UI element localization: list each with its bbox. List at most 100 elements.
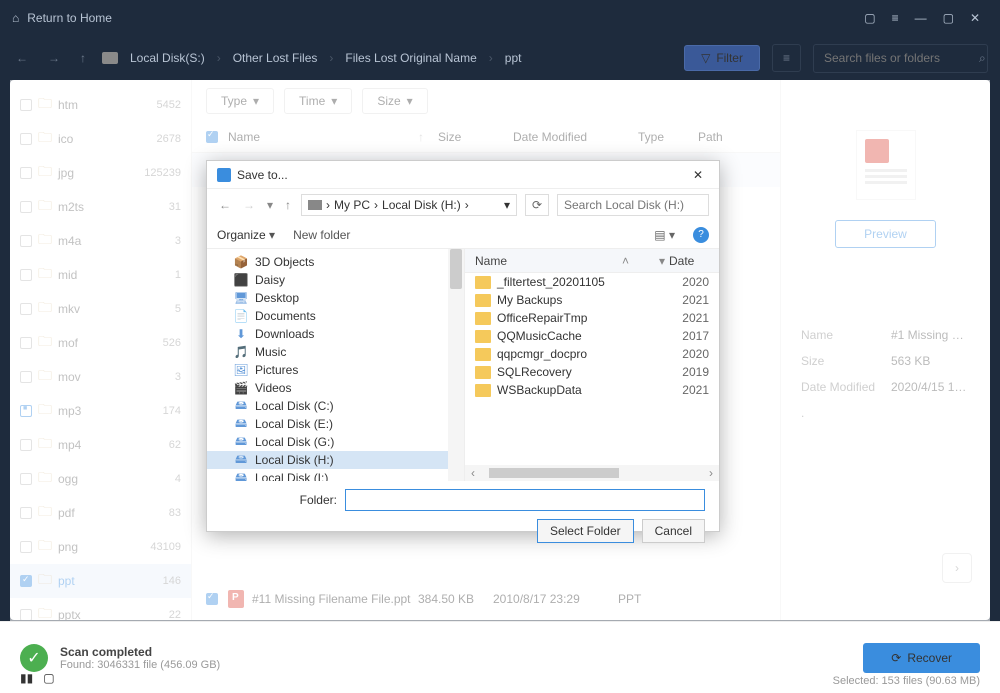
toolbar: ← → ↑ Local Disk(S:) › Other Lost Files … bbox=[0, 36, 1000, 80]
layout-icon[interactable]: ▢ bbox=[856, 11, 883, 25]
folder-icon bbox=[475, 348, 491, 361]
folder-icon bbox=[475, 276, 491, 289]
list-item-date: 2020 bbox=[669, 347, 709, 361]
maximize-icon[interactable]: ▢ bbox=[935, 11, 962, 25]
list-item[interactable]: _filtertest_202011052020 bbox=[465, 273, 719, 291]
path-dropdown-icon[interactable]: ▾ bbox=[504, 198, 510, 212]
list-item-date: 2021 bbox=[669, 311, 709, 325]
playback-controls: ▮▮ ▢ bbox=[20, 671, 55, 685]
menu-icon[interactable]: ≡ bbox=[884, 11, 907, 25]
footer: ✓ Scan completed Found: 3046331 file (45… bbox=[0, 621, 1000, 693]
tree-item-icon: 🖥 bbox=[233, 291, 249, 305]
dialog-close-icon[interactable]: ✕ bbox=[687, 166, 709, 184]
tree-item[interactable]: 📄Documents bbox=[207, 307, 464, 325]
scroll-right-icon[interactable]: › bbox=[703, 466, 719, 480]
forward-arrow-icon: → bbox=[44, 47, 64, 69]
recover-button[interactable]: ⟳ Recover bbox=[863, 643, 980, 673]
view-mode-button[interactable]: ▤ ▾ bbox=[654, 228, 675, 242]
dialog-search-input[interactable] bbox=[557, 194, 709, 216]
list-item-date: 2019 bbox=[669, 365, 709, 379]
tree-item-icon: 🖴 bbox=[233, 435, 249, 449]
help-icon[interactable]: ? bbox=[693, 227, 709, 243]
breadcrumb-0[interactable]: Local Disk(S:) bbox=[130, 51, 205, 65]
list-view-button[interactable]: ≡ bbox=[772, 44, 801, 72]
list-col-date[interactable]: Date bbox=[669, 254, 709, 268]
check-circle-icon: ✓ bbox=[20, 644, 48, 672]
breadcrumb-3[interactable]: ppt bbox=[505, 51, 522, 65]
cancel-button[interactable]: Cancel bbox=[642, 519, 705, 543]
new-folder-button[interactable]: New folder bbox=[293, 228, 350, 242]
search-input[interactable] bbox=[824, 51, 979, 65]
breadcrumb-2[interactable]: Files Lost Original Name bbox=[345, 51, 476, 65]
tree-item-icon: 🖼 bbox=[233, 363, 249, 377]
minimize-icon[interactable]: — bbox=[907, 11, 935, 25]
tree-item-label: Pictures bbox=[255, 363, 298, 377]
tree-item[interactable]: 🖥Desktop bbox=[207, 289, 464, 307]
close-icon[interactable]: ✕ bbox=[962, 11, 988, 25]
funnel-icon: ▽ bbox=[701, 51, 710, 65]
stop-icon[interactable]: ▢ bbox=[43, 671, 54, 685]
tree-item-label: Local Disk (E:) bbox=[255, 417, 333, 431]
tree-item[interactable]: 🖴Local Disk (G:) bbox=[207, 433, 464, 451]
list-item-date: 2021 bbox=[669, 383, 709, 397]
tree-item-icon: 📄 bbox=[233, 309, 249, 323]
tree-item[interactable]: 🖴Local Disk (I:) bbox=[207, 469, 464, 481]
search-icon[interactable]: ⌕ bbox=[979, 51, 986, 66]
breadcrumb-1[interactable]: Other Lost Files bbox=[233, 51, 318, 65]
tree-item-label: Local Disk (C:) bbox=[255, 399, 334, 413]
dropdown-icon[interactable]: ▾ bbox=[265, 196, 275, 214]
up-icon[interactable]: ↑ bbox=[283, 196, 293, 214]
path-field[interactable]: › My PC › Local Disk (H:) › ▾ bbox=[301, 194, 517, 216]
return-home-link[interactable]: Return to Home bbox=[27, 11, 112, 25]
tree-item[interactable]: ⬛Daisy bbox=[207, 271, 464, 289]
tree-item[interactable]: 🎵Music bbox=[207, 343, 464, 361]
filter-button[interactable]: ▽ Filter bbox=[684, 45, 760, 71]
organize-button[interactable]: Organize ▾ bbox=[217, 228, 275, 242]
list-item[interactable]: OfficeRepairTmp 2021 bbox=[465, 309, 719, 327]
tree-item[interactable]: 🖴Local Disk (H:) bbox=[207, 451, 464, 469]
folder-icon bbox=[475, 384, 491, 397]
pause-icon[interactable]: ▮▮ bbox=[20, 671, 33, 685]
back-arrow-icon[interactable]: ← bbox=[12, 47, 32, 69]
list-item-date: 2017 bbox=[669, 329, 709, 343]
folder-input[interactable] bbox=[345, 489, 705, 511]
up-arrow-icon[interactable]: ↑ bbox=[76, 47, 90, 69]
dialog-body: 📦3D Objects⬛Daisy🖥Desktop📄Documents⬇Down… bbox=[207, 249, 719, 481]
dialog-footer: Folder: Select Folder Cancel bbox=[207, 481, 719, 551]
tree-item[interactable]: 🎬Videos bbox=[207, 379, 464, 397]
search-box[interactable]: ⌕ bbox=[813, 44, 988, 73]
tree-scrollbar[interactable] bbox=[448, 249, 464, 481]
save-to-dialog: Save to... ✕ ← → ▾ ↑ › My PC › Local Dis… bbox=[206, 160, 720, 532]
select-folder-button[interactable]: Select Folder bbox=[537, 519, 634, 543]
tree-item-icon: 🎵 bbox=[233, 345, 249, 359]
list-item[interactable]: WSBackupData2021 bbox=[465, 381, 719, 399]
back-icon[interactable]: ← bbox=[217, 196, 233, 214]
tree-item[interactable]: 🖴Local Disk (E:) bbox=[207, 415, 464, 433]
refresh-icon[interactable]: ⟳ bbox=[525, 194, 549, 216]
list-item-name: _filtertest_20201105 bbox=[497, 275, 663, 289]
recover-icon: ⟳ bbox=[891, 651, 901, 665]
list-item[interactable]: SQLRecovery2019 bbox=[465, 363, 719, 381]
disk-icon bbox=[102, 52, 118, 64]
list-col-dropdown-icon[interactable]: ▾ bbox=[659, 254, 665, 268]
sort-indicator-icon[interactable]: ˄ bbox=[622, 254, 629, 268]
tree-item[interactable]: 🖴 Local Disk (C:) bbox=[207, 397, 464, 415]
list-item-name: OfficeRepairTmp bbox=[497, 311, 663, 325]
tree-item[interactable]: 📦3D Objects bbox=[207, 253, 464, 271]
list-item[interactable]: qqpcmgr_docpro2020 bbox=[465, 345, 719, 363]
list-col-name[interactable]: Name bbox=[475, 254, 622, 268]
app-icon bbox=[217, 168, 231, 182]
tree-item-label: Daisy bbox=[255, 273, 285, 287]
titlebar: ⌂ Return to Home ▢ ≡ — ▢ ✕ bbox=[0, 0, 1000, 36]
home-icon[interactable]: ⌂ bbox=[12, 11, 19, 25]
list-item[interactable]: QQMusicCache2017 bbox=[465, 327, 719, 345]
horizontal-scrollbar[interactable]: ‹ › bbox=[465, 465, 719, 481]
tree-item[interactable]: ⬇Downloads bbox=[207, 325, 464, 343]
tree-item[interactable]: 🖼 Pictures bbox=[207, 361, 464, 379]
tree-item-label: Local Disk (H:) bbox=[255, 453, 334, 467]
tree-item-icon: 🖴 bbox=[233, 399, 249, 413]
scroll-left-icon[interactable]: ‹ bbox=[465, 466, 481, 480]
list-item[interactable]: My Backups2021 bbox=[465, 291, 719, 309]
list-item-date: 2021 bbox=[669, 293, 709, 307]
tree-item-icon: ⬇ bbox=[233, 327, 249, 341]
